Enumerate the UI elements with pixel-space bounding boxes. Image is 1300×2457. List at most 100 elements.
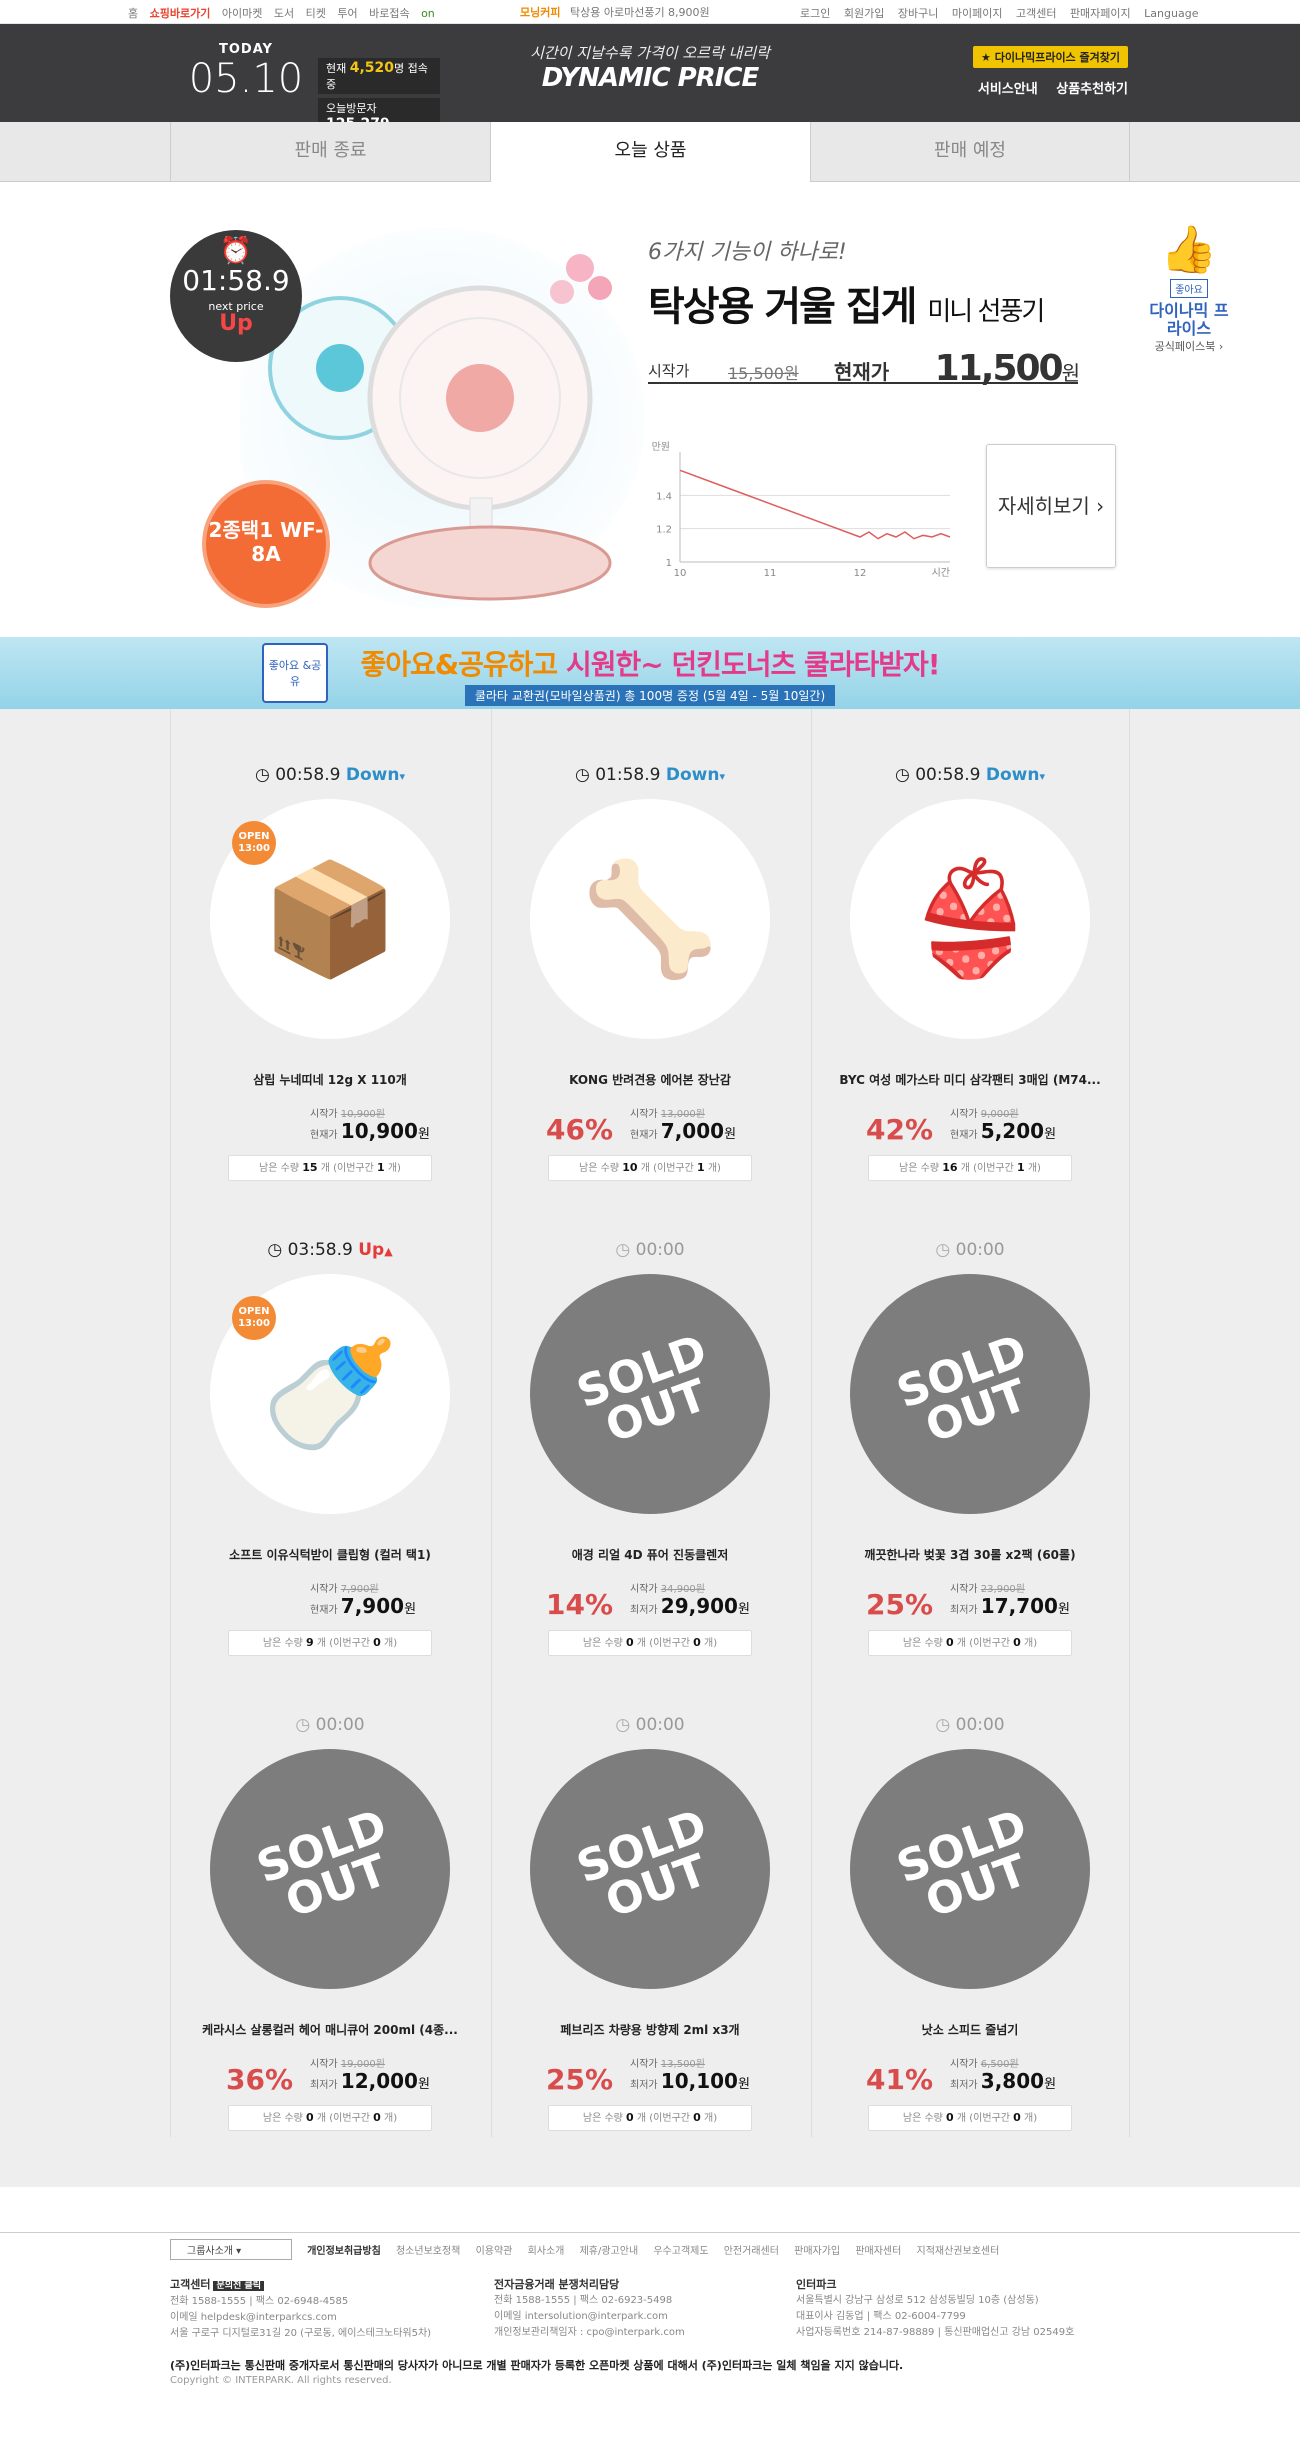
product-image[interactable]: SOLD OUT	[210, 1749, 450, 1989]
range-label: (이번구간	[333, 1163, 374, 1174]
range-label: (이번구간	[973, 1163, 1014, 1174]
top-promo[interactable]: 모닝커피 탁상용 아로마선풍기 8,900원	[520, 4, 710, 20]
stock-unit: 개	[316, 1638, 327, 1649]
imarket-link[interactable]: 아이마켓	[222, 7, 262, 20]
footer-link[interactable]: 우수고객제도	[653, 2246, 708, 2257]
price-direction: Up	[358, 1240, 385, 1260]
footer-link[interactable]: 회사소개	[528, 2246, 565, 2257]
product-image[interactable]: SOLD OUT	[850, 1749, 1090, 1989]
stock-label: 남은 수량	[899, 1163, 940, 1174]
seller-page-link[interactable]: 판매자페이지	[1070, 7, 1131, 20]
tab-today[interactable]: 오늘 상품	[490, 122, 810, 183]
product-name[interactable]: 삼립 누네띠네 12g X 110개	[190, 1071, 470, 1088]
customer-center-link[interactable]: 고객센터	[1016, 7, 1056, 20]
login-link[interactable]: 로그인	[800, 7, 830, 20]
promo-banner[interactable]: 좋아요 &공유 좋아요&공유하고 시원한~ 던킨도너츠 쿨라타받자! 쿨라타 교…	[0, 637, 1300, 709]
product-name[interactable]: 소프트 이유식턱받이 클립형 (컬러 택1)	[190, 1546, 470, 1563]
footer-link[interactable]: 청소년보호정책	[396, 2246, 460, 2257]
mypage-link[interactable]: 마이페이지	[952, 7, 1003, 20]
discount-percent: 25%	[866, 1588, 934, 1621]
current-price: 11,500원	[935, 348, 1080, 389]
stock-unit: 개	[640, 1163, 650, 1174]
discount-percent: 36%	[226, 2063, 294, 2096]
product-timer: ◷ 01:58.9 Down▾	[490, 765, 810, 785]
product-name[interactable]: 깨끗한나라 벚꽃 3겹 30롤 x2팩 (60롤)	[830, 1546, 1110, 1563]
product-name[interactable]: 케라시스 살롱컬러 헤어 매니큐어 200ml (4종...	[190, 2021, 470, 2038]
top-left-links: 홈 쇼핑바로가기 아이마켓 도서 티켓 투어 바로접속 on	[128, 5, 451, 21]
product-card[interactable]: ◷ 00:58.9 Down▾ 👙 BYC 여성 메가스타 미디 삼각팬티 3매입 …	[810, 709, 1130, 1181]
footer-link[interactable]: 이용약관	[476, 2246, 513, 2257]
range-label: (이번구간	[969, 2113, 1010, 2124]
ticket-link[interactable]: 티켓	[306, 7, 326, 20]
clock-icon: ◷	[894, 765, 910, 785]
stock-status: 남은 수량 15 개 (이번구간 1 개)	[228, 1155, 432, 1181]
footer-link[interactable]: 지적재산권보호센터	[917, 2246, 1000, 2257]
stock-label: 남은 수량	[259, 1163, 300, 1174]
footer-link[interactable]: 판매자센터	[855, 2246, 901, 2257]
product-card[interactable]: ◷ 00:00 SOLD OUT 깨끗한나라 벚꽃 3겹 30롤 x2팩 (60롤…	[810, 1184, 1130, 1656]
product-card[interactable]: ◷ 00:58.9 Down▾ OPEN 13:00 📦 삼립 누네띠네 12g X …	[170, 709, 490, 1181]
product-image-icon: 👙	[901, 855, 1039, 983]
current-price: 7,900	[340, 1594, 405, 1618]
product-name[interactable]: BYC 여성 메가스타 미디 삼각팬티 3매입 (M74...	[830, 1071, 1110, 1088]
sold-out-label: SOLD OUT	[570, 1800, 714, 1928]
copyright: Copyright © INTERPARK. All rights reserv…	[170, 2375, 392, 2386]
product-card[interactable]: ◷ 00:00 SOLD OUT 페브리즈 차량용 방향제 2ml x3개 25% 시…	[490, 1659, 810, 2131]
stock-unit: 개	[320, 1163, 330, 1174]
featured-product: ⏰ 01:58.9 next price Up 2종택1 WF-8A 6가지 기…	[0, 182, 1300, 637]
product-card[interactable]: ◷ 00:00 SOLD OUT 케라시스 살롱컬러 헤어 매니큐어 200ml …	[170, 1659, 490, 2131]
product-image[interactable]: SOLD OUT	[530, 1749, 770, 1989]
range-count: 0	[373, 2111, 381, 2124]
footer-link[interactable]: 판매자가입	[794, 2246, 840, 2257]
language-select[interactable]: Language	[1144, 7, 1198, 20]
inquiry-button[interactable]: 문의전 클릭	[213, 2281, 265, 2291]
product-card[interactable]: ◷ 00:00 SOLD OUT 낫소 스피드 줄넘기 41% 시작가 6,500원 최…	[810, 1659, 1130, 2131]
home-link[interactable]: 홈	[128, 7, 138, 20]
shopping-shortcut-link[interactable]: 쇼핑바로가기	[150, 7, 211, 20]
tab-ended[interactable]: 판매 종료	[170, 122, 490, 182]
price-unit: 원	[737, 2077, 750, 2092]
range-unit: 개)	[1027, 1163, 1041, 1174]
books-link[interactable]: 도서	[274, 7, 294, 20]
footer-link[interactable]: 개인정보취급방침	[307, 2246, 381, 2257]
signup-link[interactable]: 회원가입	[844, 7, 884, 20]
product-name[interactable]: 페브리즈 차량용 방향제 2ml x3개	[510, 2021, 790, 2038]
product-image[interactable]: SOLD OUT	[850, 1274, 1090, 1514]
product-card[interactable]: ◷ 01:58.9 Down▾ 🦴 KONG 반려견용 에어본 장난감 46% 시작가 …	[490, 709, 810, 1181]
range-unit: 개)	[387, 1163, 401, 1174]
details-button[interactable]: 자세히보기 ›	[986, 444, 1116, 568]
product-image[interactable]: 🦴	[530, 799, 770, 1039]
facebook-like-widget[interactable]: 👍 좋아요 다이나믹 프라이스 공식페이스북 ›	[1144, 222, 1234, 354]
stock-label: 남은 수량	[579, 1163, 620, 1174]
brand-logo[interactable]: 시간이 지날수록 가격이 오르락 내리락 DYNAMIC PRICE	[520, 42, 780, 93]
product-timer: ◷ 00:00	[490, 1715, 810, 1735]
range-unit: 개)	[1024, 2113, 1038, 2124]
featured-title[interactable]: 탁상용 거울 집게 미니 선풍기	[648, 274, 1045, 332]
current-users: 현재 4,520명 접속중	[318, 58, 440, 94]
quick-access-link[interactable]: 바로접속 on	[369, 7, 443, 20]
brand-slogan: 시간이 지날수록 가격이 오르락 내리락	[530, 44, 770, 62]
stock-unit: 개	[956, 2113, 967, 2124]
clock-icon: ◷	[267, 1240, 283, 1260]
product-card[interactable]: ◷ 00:00 SOLD OUT 애경 리얼 4D 퓨어 진동클렌저 14% 시작가 …	[490, 1184, 810, 1656]
product-image[interactable]: SOLD OUT	[530, 1274, 770, 1514]
group-select[interactable]: 그룹사소개 ▾	[170, 2239, 292, 2260]
current-price: 17,700	[980, 1594, 1058, 1618]
product-image[interactable]: 👙	[850, 799, 1090, 1039]
start-price-label: 시작가	[310, 1109, 338, 1120]
thumbs-up-icon: 👍	[1160, 222, 1218, 276]
service-guide-link[interactable]: 서비스안내	[978, 82, 1038, 97]
recommend-product-link[interactable]: 상품추천하기	[1056, 82, 1128, 97]
tab-upcoming[interactable]: 판매 예정	[810, 122, 1130, 182]
stock-count: 0	[306, 2111, 314, 2124]
cart-link[interactable]: 장바구니	[898, 7, 938, 20]
product-name[interactable]: KONG 반려견용 에어본 장난감	[510, 1071, 790, 1088]
favorite-button[interactable]: ★ 다이나믹프라이스 즐겨찾기	[973, 46, 1128, 68]
footer-link[interactable]: 안전거래센터	[724, 2246, 779, 2257]
product-name[interactable]: 낫소 스피드 줄넘기	[830, 2021, 1110, 2038]
product-grid: ◷ 00:58.9 Down▾ OPEN 13:00 📦 삼립 누네띠네 12g X …	[0, 709, 1300, 2187]
footer-link[interactable]: 제휴/광고안내	[580, 2246, 639, 2257]
product-name[interactable]: 애경 리얼 4D 퓨어 진동클렌저	[510, 1546, 790, 1563]
product-card[interactable]: ◷ 03:58.9 Up▲ OPEN 13:00 🍼 소프트 이유식턱받이 클립형 (…	[170, 1184, 490, 1656]
tour-link[interactable]: 투어	[337, 7, 357, 20]
